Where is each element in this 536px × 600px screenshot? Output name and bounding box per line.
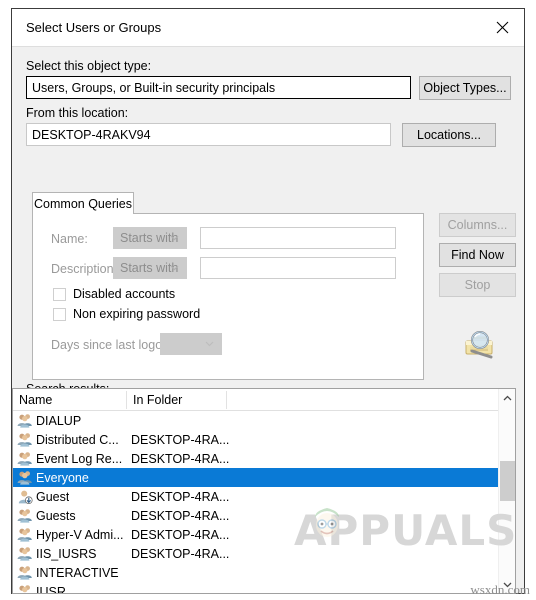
chevron-down-icon xyxy=(170,235,179,241)
column-header-name[interactable]: Name xyxy=(13,389,126,411)
table-row[interactable]: IUSR xyxy=(13,582,515,594)
scrollbar-thumb[interactable] xyxy=(500,461,515,501)
list-rows: DIALUP Distributed C... DESKTOP-4RA... Even… xyxy=(13,411,515,593)
group-icon xyxy=(17,433,32,447)
group-icon xyxy=(17,471,32,485)
group-icon xyxy=(17,565,33,580)
object-type-label: Select this object type: xyxy=(26,59,152,73)
screenshot-root: Select Users or Groups Select this objec… xyxy=(0,0,536,600)
tab-label: Common Queries xyxy=(34,196,132,211)
cell-in-folder: DESKTOP-4RA... xyxy=(131,527,230,542)
cell-name: Everyone xyxy=(36,470,89,485)
close-icon xyxy=(496,21,508,34)
cell-name: Event Log Re... xyxy=(36,451,123,466)
name-label: Name: xyxy=(51,232,88,246)
common-queries-panel: Name: Starts with Description: Starts wi… xyxy=(32,213,424,380)
cell-in-folder: DESKTOP-4RA... xyxy=(131,432,230,447)
days-since-last-logon-combo[interactable] xyxy=(160,333,222,355)
checkbox-box xyxy=(53,307,66,321)
wsxdn-watermark: wsxdn.com xyxy=(470,582,530,597)
cell-name: INTERACTIVE xyxy=(36,565,119,580)
title-bar: Select Users or Groups xyxy=(12,9,524,47)
chevron-down-icon xyxy=(205,341,214,347)
chevron-up-icon xyxy=(503,395,512,400)
tab-common-queries[interactable]: Common Queries xyxy=(32,192,134,214)
table-row[interactable]: Hyper-V Admi... DESKTOP-4RA... xyxy=(13,525,515,544)
magnifier-search-icon xyxy=(465,331,493,359)
group-icon xyxy=(17,584,33,593)
chevron-down-icon xyxy=(170,265,179,271)
table-row[interactable]: IIS_IUSRS DESKTOP-4RA... xyxy=(13,544,515,563)
disabled-accounts-label: Disabled accounts xyxy=(73,287,176,301)
cell-in-folder: DESKTOP-4RA... xyxy=(131,546,230,561)
search-results-list[interactable]: Name In Folder DIALUP Distributed C... DES… xyxy=(12,388,516,594)
user-guest-icon xyxy=(17,489,33,504)
list-header: Name In Folder xyxy=(13,389,515,411)
column-divider[interactable] xyxy=(226,391,227,409)
group-icon xyxy=(17,547,32,561)
cell-in-folder: DESKTOP-4RA... xyxy=(131,451,230,466)
checkbox-box xyxy=(53,287,66,301)
group-icon xyxy=(17,451,33,466)
non-expiring-password-label: Non expiring password xyxy=(73,307,201,321)
cell-name: Guests xyxy=(36,508,76,523)
cell-name: Hyper-V Admi... xyxy=(36,527,124,542)
group-icon xyxy=(17,452,32,466)
table-row[interactable]: Everyone xyxy=(13,468,515,487)
group-icon xyxy=(17,527,33,542)
name-operator-combo[interactable]: Starts with xyxy=(113,227,187,249)
group-icon xyxy=(17,528,32,542)
description-operator-combo[interactable]: Starts with xyxy=(113,257,187,279)
cell-in-folder: DESKTOP-4RA... xyxy=(131,508,230,523)
description-label: Description: xyxy=(51,262,117,276)
table-row[interactable]: Guest DESKTOP-4RA... xyxy=(13,487,515,506)
group-icon xyxy=(17,509,32,523)
group-icon xyxy=(17,508,33,523)
days-since-last-logon-label: Days since last logon: xyxy=(51,338,173,352)
stop-button[interactable]: Stop xyxy=(439,273,516,297)
locations-button[interactable]: Locations... xyxy=(402,123,496,147)
cell-name: Guest xyxy=(36,489,70,504)
column-header-in-folder[interactable]: In Folder xyxy=(127,389,226,411)
cell-name: IUSR xyxy=(36,584,66,594)
object-types-button[interactable]: Object Types... xyxy=(419,76,511,100)
group-icon xyxy=(17,413,33,428)
object-type-field[interactable]: Users, Groups, or Built-in security prin… xyxy=(26,76,411,99)
disabled-accounts-checkbox[interactable]: Disabled accounts xyxy=(53,287,175,301)
close-button[interactable] xyxy=(480,9,524,46)
group-icon xyxy=(19,585,30,593)
user-guest-icon xyxy=(18,490,33,504)
location-field[interactable]: DESKTOP-4RAKV94 xyxy=(26,123,391,146)
table-row[interactable]: Event Log Re... DESKTOP-4RA... xyxy=(13,449,515,468)
scroll-up-button[interactable] xyxy=(499,389,515,406)
description-value-input[interactable] xyxy=(200,257,396,279)
vertical-scrollbar[interactable] xyxy=(498,389,515,593)
name-value-input[interactable] xyxy=(200,227,396,249)
group-icon xyxy=(17,470,33,485)
group-icon xyxy=(17,546,33,561)
cell-name: DIALUP xyxy=(36,413,82,428)
cell-name: Distributed C... xyxy=(36,432,119,447)
find-now-button[interactable]: Find Now xyxy=(439,243,516,267)
cell-name: IIS_IUSRS xyxy=(36,546,97,561)
cell-in-folder: DESKTOP-4RA... xyxy=(131,489,230,504)
group-icon xyxy=(17,566,32,580)
table-row[interactable]: Guests DESKTOP-4RA... xyxy=(13,506,515,525)
table-row[interactable]: Distributed C... DESKTOP-4RA... xyxy=(13,430,515,449)
table-row[interactable]: INTERACTIVE xyxy=(13,563,515,582)
dialog-title: Select Users or Groups xyxy=(26,20,162,35)
table-row[interactable]: DIALUP xyxy=(13,411,515,430)
group-icon xyxy=(17,414,32,428)
columns-button[interactable]: Columns... xyxy=(439,213,516,237)
non-expiring-password-checkbox[interactable]: Non expiring password xyxy=(53,307,200,321)
location-label: From this location: xyxy=(26,106,129,120)
group-icon xyxy=(17,432,33,447)
